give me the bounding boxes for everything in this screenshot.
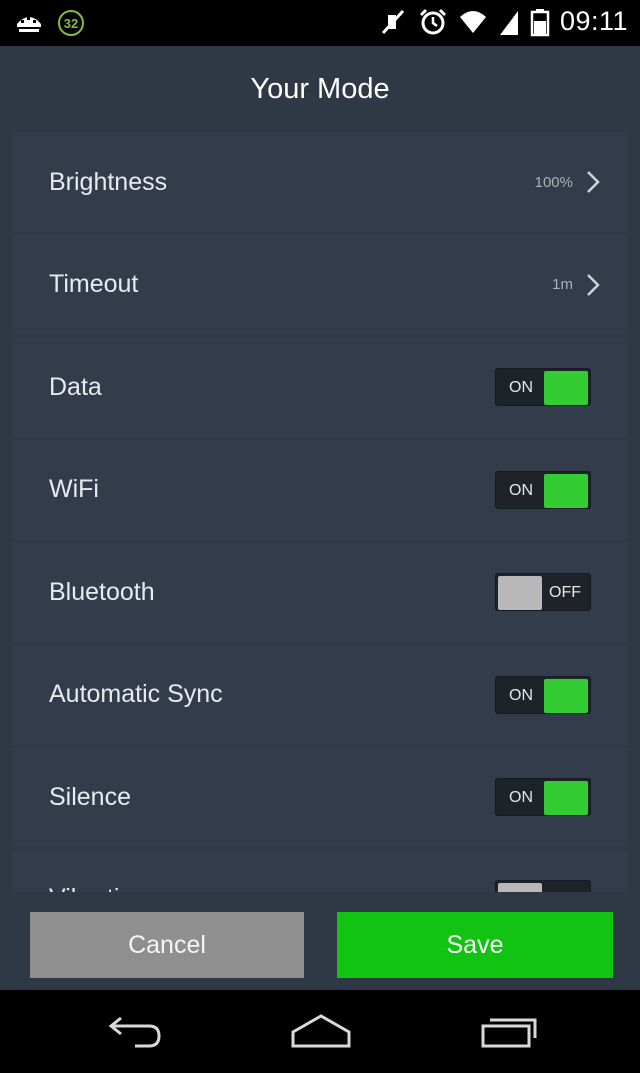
row-label: Timeout (49, 270, 139, 298)
toggle-state: ON (509, 789, 533, 806)
row-label: Automatic Sync (49, 680, 223, 708)
back-icon[interactable] (105, 1012, 165, 1052)
usb-icon (14, 8, 44, 38)
vibration-row: Vibration OFF (12, 849, 628, 893)
status-bar: 32 09:11 (0, 0, 640, 46)
save-button[interactable]: Save (337, 912, 613, 978)
page-title: Your Mode (250, 72, 390, 105)
cancel-button[interactable]: Cancel (30, 912, 304, 978)
battery-icon (530, 7, 550, 37)
silence-toggle[interactable]: ON (495, 778, 591, 816)
sync-row: Automatic Sync ON (12, 644, 628, 745)
mute-icon (378, 7, 408, 37)
battery-notification-icon: 32 (58, 10, 84, 36)
brightness-row[interactable]: Brightness 100% (12, 132, 628, 232)
brightness-value: 100% (534, 173, 573, 191)
toggle-state: ON (509, 481, 533, 499)
row-label: Data (49, 372, 102, 401)
button-bar: Cancel Save (0, 892, 640, 990)
bluetooth-toggle[interactable]: OFF (495, 573, 591, 611)
screen: 32 09:11 Your Mode Brightness 100% Timeo… (0, 0, 640, 1073)
recent-apps-icon[interactable] (478, 1012, 538, 1052)
row-label: WiFi (49, 475, 99, 503)
clock: 09:11 (559, 6, 628, 36)
toggle-state: ON (509, 379, 533, 396)
row-label: Vibration (49, 884, 147, 893)
wifi-row: WiFi ON (12, 439, 628, 540)
row-label: Silence (49, 782, 131, 811)
toggle-knob (544, 473, 588, 508)
bluetooth-row: Bluetooth OFF (12, 542, 628, 642)
navigation-bar (0, 990, 640, 1073)
data-toggle[interactable]: ON (495, 368, 591, 406)
wifi-icon (458, 7, 488, 37)
timeout-row[interactable]: Timeout 1m (12, 234, 628, 335)
home-icon[interactable] (290, 1012, 351, 1052)
toggle-knob (498, 576, 542, 610)
toggle-state: OFF (542, 881, 588, 893)
data-row: Data ON (12, 337, 628, 437)
toggle-state: ON (509, 686, 533, 704)
chevron-right-icon (586, 273, 600, 297)
row-label: Bluetooth (49, 577, 155, 606)
toggle-knob (544, 371, 588, 405)
toggle-state: OFF (549, 584, 581, 601)
toggle-knob (544, 678, 588, 713)
chevron-right-icon (586, 170, 600, 194)
sync-toggle[interactable]: ON (495, 675, 591, 714)
toggle-knob (498, 882, 542, 892)
signal-icon (498, 7, 520, 37)
toggle-knob (544, 781, 588, 815)
alarm-icon (418, 7, 448, 37)
timeout-value: 1m (552, 276, 573, 293)
settings-list[interactable]: Brightness 100% Timeout 1m Data ON WiFi … (12, 132, 628, 892)
silence-row: Silence ON (12, 747, 628, 847)
wifi-toggle[interactable]: ON (495, 470, 591, 509)
vibration-toggle[interactable]: OFF (495, 879, 591, 893)
row-label: Brightness (49, 167, 168, 196)
